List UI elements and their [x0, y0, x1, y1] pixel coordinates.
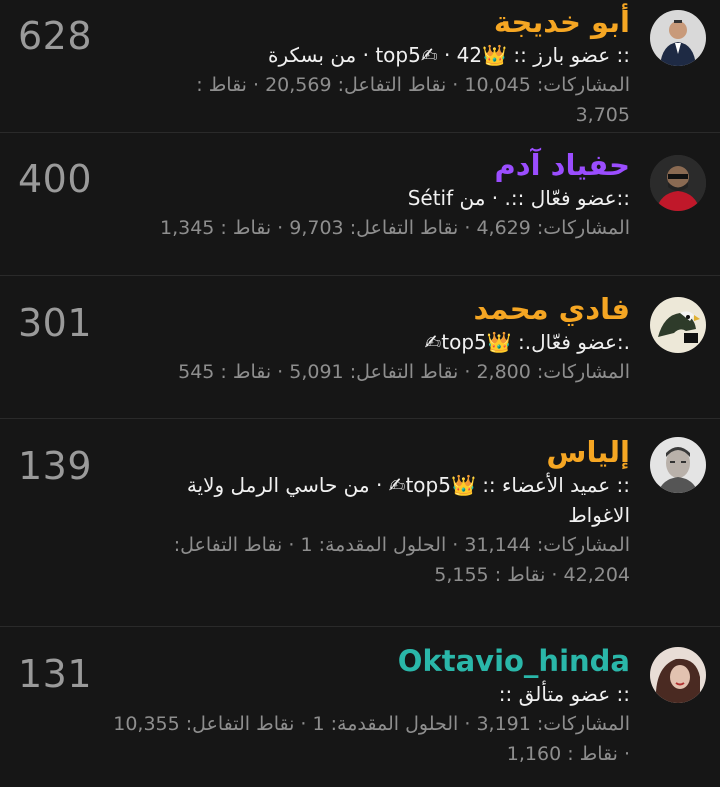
member-stats: المشاركات: 31,144 · الحلول المقدمة: 1 · …	[173, 534, 630, 586]
member-name[interactable]: أبو خديجة	[160, 4, 630, 40]
member-row[interactable]: 400 حفياد آدم ::عضو فعّال ::. · من Sétif…	[0, 133, 720, 276]
member-stats: المشاركات: 2,800 · نقاط التفاعل: 5,091 ·…	[178, 361, 630, 383]
member-row[interactable]: 139 إلياس :: عميد الأعضاء :: 👑top5✍ · من…	[0, 419, 720, 627]
member-name[interactable]: حفياد آدم	[160, 147, 630, 183]
member-info: أبو خديجة :: عضو بارز :: 👑top5✍ · 42 · م…	[160, 4, 630, 130]
member-stats: المشاركات: 4,629 · نقاط التفاعل: 9,703 ·…	[159, 217, 630, 239]
member-score: 301	[18, 301, 93, 345]
member-score: 131	[18, 652, 93, 696]
avatar[interactable]	[650, 437, 706, 493]
member-row[interactable]: 301 فادي محمد .:عضو فعّال.: 👑top5✍ المشا…	[0, 276, 720, 419]
member-info: حفياد آدم ::عضو فعّال ::. · من Sétif الم…	[160, 147, 630, 243]
member-score: 139	[18, 444, 93, 488]
member-row[interactable]: 131 Oktavio_hinda :: عضو متألق :: المشار…	[0, 627, 720, 787]
member-meta: ::عضو فعّال ::. · من Sétif	[407, 186, 630, 210]
member-meta: :: عضو بارز :: 👑top5✍ · 42 · من بسكرة	[268, 43, 630, 67]
avatar[interactable]	[650, 297, 706, 353]
member-row[interactable]: 628 أبو خديجة :: عضو بارز :: 👑top5✍ · 42…	[0, 0, 720, 133]
avatar[interactable]	[650, 647, 706, 703]
member-name[interactable]: فادي محمد	[160, 291, 630, 327]
member-info: إلياس :: عميد الأعضاء :: 👑top5✍ · من حاس…	[120, 434, 630, 590]
member-meta: :: عميد الأعضاء :: 👑top5✍ · من حاسي الرم…	[186, 473, 630, 527]
member-info: فادي محمد .:عضو فعّال.: 👑top5✍ المشاركات…	[160, 291, 630, 387]
avatar[interactable]	[650, 155, 706, 211]
member-name[interactable]: Oktavio_hinda	[110, 643, 630, 679]
member-score: 628	[18, 14, 93, 58]
member-info: Oktavio_hinda :: عضو متألق :: المشاركات:…	[110, 643, 630, 769]
avatar[interactable]	[650, 10, 706, 66]
member-score: 400	[18, 157, 93, 201]
member-meta: .:عضو فعّال.: 👑top5✍	[424, 330, 630, 354]
member-meta: :: عضو متألق ::	[498, 682, 630, 706]
members-list: 628 أبو خديجة :: عضو بارز :: 👑top5✍ · 42…	[0, 0, 720, 787]
member-stats: المشاركات: 10,045 · نقاط التفاعل: 20,569…	[196, 74, 630, 126]
member-name[interactable]: إلياس	[120, 434, 630, 470]
member-stats: المشاركات: 3,191 · الحلول المقدمة: 1 · ن…	[113, 713, 630, 765]
